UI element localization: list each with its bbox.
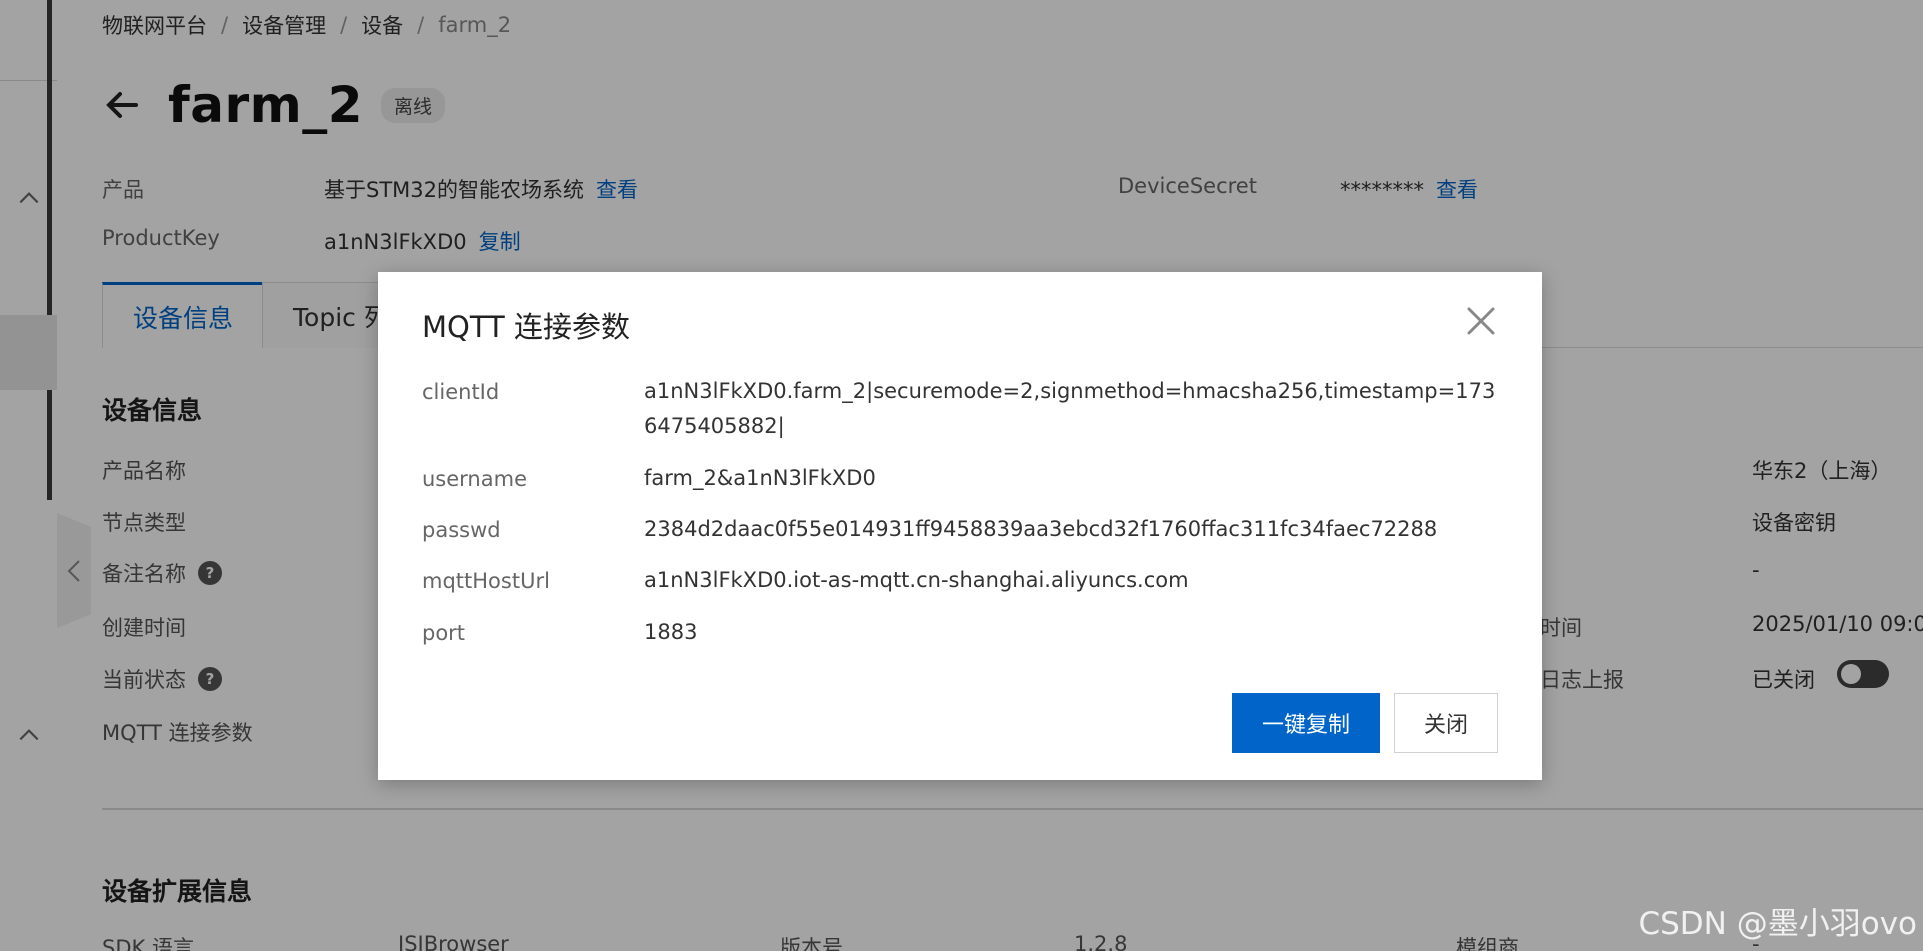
param-label-port: port	[422, 621, 466, 645]
param-value-port: 1883	[644, 620, 698, 644]
param-value-host: a1nN3lFkXD0.iot-as-mqtt.cn-shanghai.aliy…	[644, 568, 1189, 592]
copy-all-button[interactable]: 一键复制	[1232, 693, 1380, 753]
watermark: CSDN @墨小羽ovo	[1638, 906, 1917, 942]
param-value-username: farm_2&a1nN3lFkXD0	[644, 466, 876, 490]
param-value-passwd: 2384d2daac0f55e014931ff9458839aa3ebcd32f…	[644, 517, 1438, 541]
mqtt-params-dialog: MQTT 连接参数 clientId a1nN3lFkXD0.farm_2|se…	[378, 272, 1542, 780]
param-label-host: mqttHostUrl	[422, 569, 550, 593]
param-label-clientid: clientId	[422, 380, 500, 404]
param-label-username: username	[422, 467, 527, 491]
close-button[interactable]: 关闭	[1394, 693, 1498, 753]
app-root: 物联网平台 / 设备管理 / 设备 / farm_2 farm_2 离线 产品 …	[0, 0, 1923, 951]
close-icon[interactable]	[1464, 304, 1498, 338]
dialog-title: MQTT 连接参数	[422, 310, 630, 344]
param-label-passwd: passwd	[422, 518, 501, 542]
param-value-clientid: a1nN3lFkXD0.farm_2|securemode=2,signmeth…	[644, 379, 1496, 438]
